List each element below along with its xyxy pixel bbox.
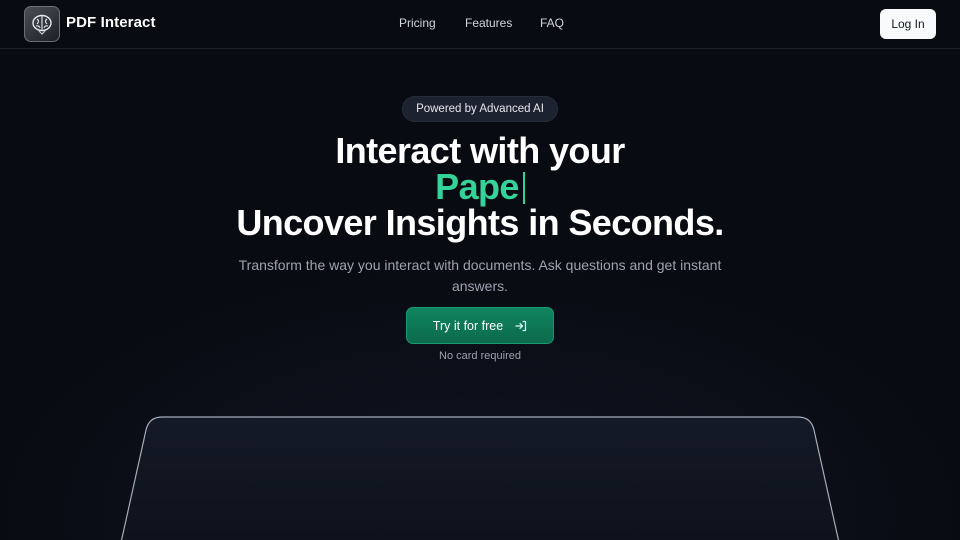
main-nav: Pricing Features FAQ — [0, 16, 960, 32]
sign-in-arrow-icon — [515, 320, 527, 331]
nav-link-pricing[interactable]: Pricing — [399, 16, 436, 30]
headline-typed-line: Pape — [0, 167, 960, 207]
app-preview-frame — [120, 416, 840, 540]
headline-line-1: Interact with your — [335, 130, 625, 171]
login-button[interactable]: Log In — [880, 9, 936, 39]
nav-link-faq[interactable]: FAQ — [540, 16, 564, 30]
top-header: PDF Interact Pricing Features FAQ Log In — [0, 0, 960, 49]
no-card-note: No card required — [439, 350, 521, 362]
typed-word: Pape — [435, 166, 519, 207]
hero-subtitle: Transform the way you interact with docu… — [238, 257, 722, 294]
ai-badge: Powered by Advanced AI — [402, 96, 558, 122]
try-free-button[interactable]: Try it for free — [406, 307, 554, 344]
headline-line-3: Uncover Insights in Seconds. — [236, 202, 724, 243]
try-free-label: Try it for free — [432, 318, 504, 333]
typing-caret — [522, 172, 525, 204]
nav-link-features[interactable]: Features — [465, 16, 512, 30]
